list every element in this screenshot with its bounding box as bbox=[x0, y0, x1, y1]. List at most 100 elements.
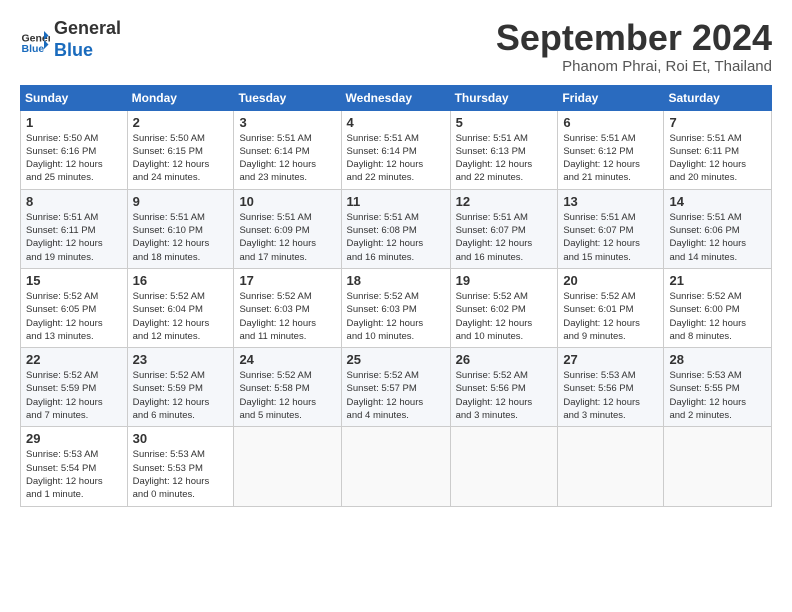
day-number: 4 bbox=[347, 115, 445, 130]
calendar-cell: 8 Sunrise: 5:51 AM Sunset: 6:11 PM Daylig… bbox=[21, 189, 128, 268]
day-number: 15 bbox=[26, 273, 122, 288]
day-info: Sunrise: 5:51 AM Sunset: 6:08 PM Dayligh… bbox=[347, 211, 445, 264]
page: General Blue General Blue September 2024… bbox=[0, 0, 792, 612]
calendar-cell: 10Sunrise: 5:51 AM Sunset: 6:09 PM Dayli… bbox=[234, 189, 341, 268]
calendar-cell: 17Sunrise: 5:52 AM Sunset: 6:03 PM Dayli… bbox=[234, 268, 341, 347]
calendar-cell: 29Sunrise: 5:53 AM Sunset: 5:54 PM Dayli… bbox=[21, 427, 128, 506]
day-info: Sunrise: 5:52 AM Sunset: 5:59 PM Dayligh… bbox=[133, 369, 229, 422]
month-title: September 2024 bbox=[496, 18, 772, 58]
day-info: Sunrise: 5:52 AM Sunset: 6:00 PM Dayligh… bbox=[669, 290, 766, 343]
week-row-3: 15Sunrise: 5:52 AM Sunset: 6:05 PM Dayli… bbox=[21, 268, 772, 347]
day-number: 9 bbox=[133, 194, 229, 209]
day-info: Sunrise: 5:51 AM Sunset: 6:14 PM Dayligh… bbox=[347, 132, 445, 185]
logo-general: General bbox=[54, 18, 121, 38]
day-number: 25 bbox=[347, 352, 445, 367]
calendar-cell: 20 Sunrise: 5:52 AM Sunset: 6:01 PM Dayli… bbox=[558, 268, 664, 347]
day-number: 30 bbox=[133, 431, 229, 446]
calendar-cell: 30 Sunrise: 5:53 AM Sunset: 5:53 PM Dayli… bbox=[127, 427, 234, 506]
day-number: 10 bbox=[239, 194, 335, 209]
day-info: Sunrise: 5:51 AM Sunset: 6:12 PM Dayligh… bbox=[563, 132, 658, 185]
calendar-cell: 19 Sunrise: 5:52 AM Sunset: 6:02 PM Dayli… bbox=[450, 268, 558, 347]
calendar-cell: 27Sunrise: 5:53 AM Sunset: 5:56 PM Dayli… bbox=[558, 348, 664, 427]
day-number: 16 bbox=[133, 273, 229, 288]
day-number: 8 bbox=[26, 194, 122, 209]
day-info: Sunrise: 5:52 AM Sunset: 6:01 PM Dayligh… bbox=[563, 290, 658, 343]
weekday-header-row: SundayMondayTuesdayWednesdayThursdayFrid… bbox=[21, 85, 772, 110]
day-number: 1 bbox=[26, 115, 122, 130]
day-number: 20 bbox=[563, 273, 658, 288]
week-row-1: 1 Sunrise: 5:50 AM Sunset: 6:16 PM Daylig… bbox=[21, 110, 772, 189]
calendar-cell bbox=[341, 427, 450, 506]
calendar-cell: 23 Sunrise: 5:52 AM Sunset: 5:59 PM Dayli… bbox=[127, 348, 234, 427]
logo-blue: Blue bbox=[54, 40, 93, 60]
weekday-tuesday: Tuesday bbox=[234, 85, 341, 110]
title-block: September 2024 Phanom Phrai, Roi Et, Tha… bbox=[496, 18, 772, 75]
calendar-cell: 22 Sunrise: 5:52 AM Sunset: 5:59 PM Dayli… bbox=[21, 348, 128, 427]
day-number: 13 bbox=[563, 194, 658, 209]
week-row-2: 8 Sunrise: 5:51 AM Sunset: 6:11 PM Daylig… bbox=[21, 189, 772, 268]
day-number: 19 bbox=[456, 273, 553, 288]
calendar-cell: 12 Sunrise: 5:51 AM Sunset: 6:07 PM Dayli… bbox=[450, 189, 558, 268]
day-info: Sunrise: 5:52 AM Sunset: 5:58 PM Dayligh… bbox=[239, 369, 335, 422]
day-number: 22 bbox=[26, 352, 122, 367]
logo-text: General Blue bbox=[54, 18, 121, 61]
day-info: Sunrise: 5:52 AM Sunset: 6:04 PM Dayligh… bbox=[133, 290, 229, 343]
calendar-cell: 15Sunrise: 5:52 AM Sunset: 6:05 PM Dayli… bbox=[21, 268, 128, 347]
weekday-wednesday: Wednesday bbox=[341, 85, 450, 110]
week-row-4: 22 Sunrise: 5:52 AM Sunset: 5:59 PM Dayli… bbox=[21, 348, 772, 427]
calendar-cell: 26 Sunrise: 5:52 AM Sunset: 5:56 PM Dayli… bbox=[450, 348, 558, 427]
calendar-cell: 21Sunrise: 5:52 AM Sunset: 6:00 PM Dayli… bbox=[664, 268, 772, 347]
weekday-monday: Monday bbox=[127, 85, 234, 110]
day-info: Sunrise: 5:52 AM Sunset: 5:59 PM Dayligh… bbox=[26, 369, 122, 422]
day-number: 6 bbox=[563, 115, 658, 130]
day-number: 24 bbox=[239, 352, 335, 367]
day-info: Sunrise: 5:51 AM Sunset: 6:11 PM Dayligh… bbox=[26, 211, 122, 264]
location: Phanom Phrai, Roi Et, Thailand bbox=[496, 58, 772, 75]
day-number: 7 bbox=[669, 115, 766, 130]
day-number: 3 bbox=[239, 115, 335, 130]
day-info: Sunrise: 5:53 AM Sunset: 5:56 PM Dayligh… bbox=[563, 369, 658, 422]
day-info: Sunrise: 5:53 AM Sunset: 5:53 PM Dayligh… bbox=[133, 448, 229, 501]
day-info: Sunrise: 5:50 AM Sunset: 6:16 PM Dayligh… bbox=[26, 132, 122, 185]
day-info: Sunrise: 5:52 AM Sunset: 5:57 PM Dayligh… bbox=[347, 369, 445, 422]
day-info: Sunrise: 5:51 AM Sunset: 6:07 PM Dayligh… bbox=[563, 211, 658, 264]
calendar-cell bbox=[234, 427, 341, 506]
calendar-cell bbox=[664, 427, 772, 506]
calendar-cell: 7 Sunrise: 5:51 AM Sunset: 6:11 PM Daylig… bbox=[664, 110, 772, 189]
weekday-saturday: Saturday bbox=[664, 85, 772, 110]
day-info: Sunrise: 5:51 AM Sunset: 6:11 PM Dayligh… bbox=[669, 132, 766, 185]
calendar-cell: 24 Sunrise: 5:52 AM Sunset: 5:58 PM Dayli… bbox=[234, 348, 341, 427]
calendar-cell: 11 Sunrise: 5:51 AM Sunset: 6:08 PM Dayli… bbox=[341, 189, 450, 268]
calendar-cell: 9Sunrise: 5:51 AM Sunset: 6:10 PM Daylig… bbox=[127, 189, 234, 268]
day-info: Sunrise: 5:51 AM Sunset: 6:14 PM Dayligh… bbox=[239, 132, 335, 185]
day-number: 12 bbox=[456, 194, 553, 209]
day-number: 17 bbox=[239, 273, 335, 288]
calendar-cell: 6 Sunrise: 5:51 AM Sunset: 6:12 PM Daylig… bbox=[558, 110, 664, 189]
day-info: Sunrise: 5:52 AM Sunset: 5:56 PM Dayligh… bbox=[456, 369, 553, 422]
calendar-cell: 5Sunrise: 5:51 AM Sunset: 6:13 PM Daylig… bbox=[450, 110, 558, 189]
calendar-table: SundayMondayTuesdayWednesdayThursdayFrid… bbox=[20, 85, 772, 507]
day-info: Sunrise: 5:53 AM Sunset: 5:54 PM Dayligh… bbox=[26, 448, 122, 501]
calendar-cell: 28Sunrise: 5:53 AM Sunset: 5:55 PM Dayli… bbox=[664, 348, 772, 427]
day-number: 18 bbox=[347, 273, 445, 288]
weekday-thursday: Thursday bbox=[450, 85, 558, 110]
day-info: Sunrise: 5:52 AM Sunset: 6:02 PM Dayligh… bbox=[456, 290, 553, 343]
day-number: 11 bbox=[347, 194, 445, 209]
calendar-cell bbox=[558, 427, 664, 506]
calendar-cell: 1 Sunrise: 5:50 AM Sunset: 6:16 PM Daylig… bbox=[21, 110, 128, 189]
day-info: Sunrise: 5:52 AM Sunset: 6:03 PM Dayligh… bbox=[347, 290, 445, 343]
logo-icon: General Blue bbox=[20, 25, 50, 55]
day-number: 26 bbox=[456, 352, 553, 367]
day-number: 2 bbox=[133, 115, 229, 130]
day-info: Sunrise: 5:50 AM Sunset: 6:15 PM Dayligh… bbox=[133, 132, 229, 185]
day-info: Sunrise: 5:51 AM Sunset: 6:07 PM Dayligh… bbox=[456, 211, 553, 264]
calendar-cell: 18 Sunrise: 5:52 AM Sunset: 6:03 PM Dayli… bbox=[341, 268, 450, 347]
day-number: 14 bbox=[669, 194, 766, 209]
calendar-cell: 25 Sunrise: 5:52 AM Sunset: 5:57 PM Dayli… bbox=[341, 348, 450, 427]
header: General Blue General Blue September 2024… bbox=[20, 18, 772, 75]
week-row-5: 29Sunrise: 5:53 AM Sunset: 5:54 PM Dayli… bbox=[21, 427, 772, 506]
weekday-friday: Friday bbox=[558, 85, 664, 110]
day-number: 5 bbox=[456, 115, 553, 130]
weekday-sunday: Sunday bbox=[21, 85, 128, 110]
day-number: 23 bbox=[133, 352, 229, 367]
